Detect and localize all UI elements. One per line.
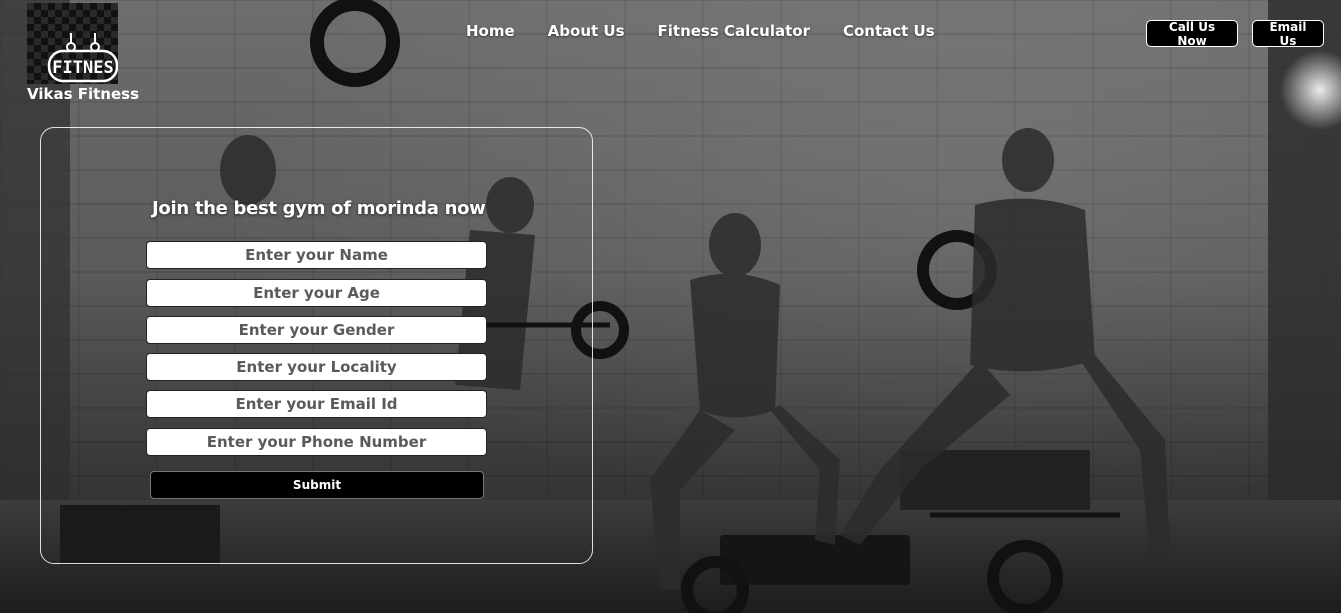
brand-logo[interactable]: FITNES (27, 3, 118, 84)
email-us-button[interactable]: Email Us (1252, 20, 1324, 48)
brand-name[interactable]: Vikas Fitness (27, 85, 139, 103)
age-input[interactable] (146, 279, 487, 307)
locality-input[interactable] (146, 353, 487, 381)
email-input[interactable] (146, 390, 487, 418)
call-us-now-button[interactable]: Call Us Now (1146, 20, 1238, 48)
nav-contact-us[interactable]: Contact Us (843, 22, 935, 40)
submit-button[interactable]: Submit (150, 471, 484, 499)
dumbbell-logo-icon: FITNES (47, 33, 118, 83)
nav-fitness-calculator[interactable]: Fitness Calculator (658, 22, 810, 40)
nav-home[interactable]: Home (466, 22, 515, 40)
main-nav: Home About Us Fitness Calculator Contact… (466, 22, 968, 40)
nav-about-us[interactable]: About Us (548, 22, 625, 40)
gender-input[interactable] (146, 316, 487, 344)
page: FITNES Vikas Fitness Home About Us Fitne… (0, 0, 1341, 613)
form-title: Join the best gym of morinda now (152, 198, 486, 219)
name-input[interactable] (146, 241, 487, 269)
phone-input[interactable] (146, 428, 487, 456)
logo-text: FITNES (52, 58, 113, 78)
